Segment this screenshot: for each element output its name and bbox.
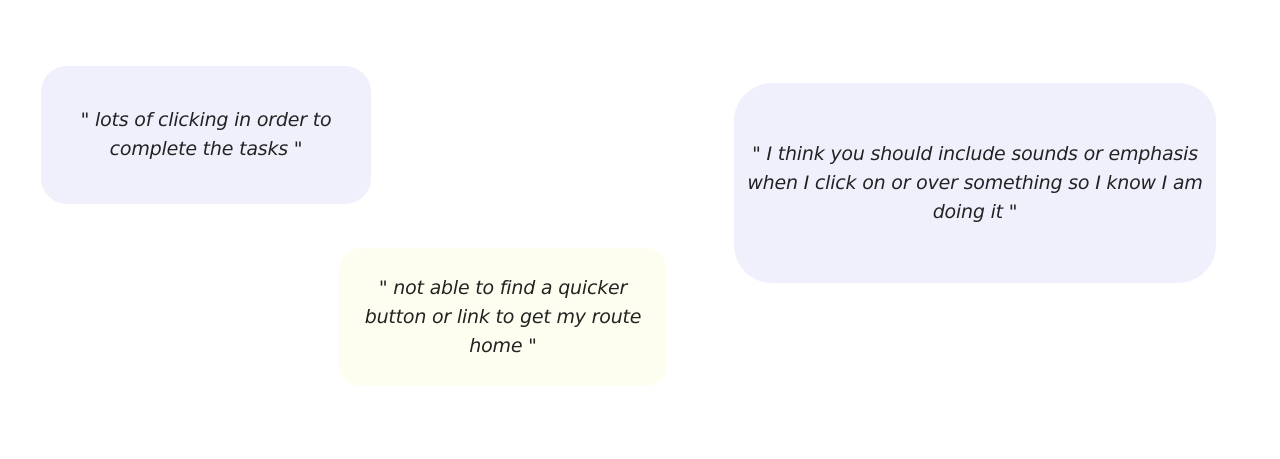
feedback-quote: " not able to find a quicker button or l… <box>364 276 642 357</box>
feedback-note-clicking: " lots of clicking in order to complete … <box>41 66 371 204</box>
feedback-quote: " I think you should include sounds or e… <box>747 142 1203 223</box>
feedback-note-sounds-emphasis: " I think you should include sounds or e… <box>734 83 1216 283</box>
feedback-quote: " lots of clicking in order to complete … <box>80 109 332 160</box>
feedback-note-route-home: " not able to find a quicker button or l… <box>339 248 667 386</box>
